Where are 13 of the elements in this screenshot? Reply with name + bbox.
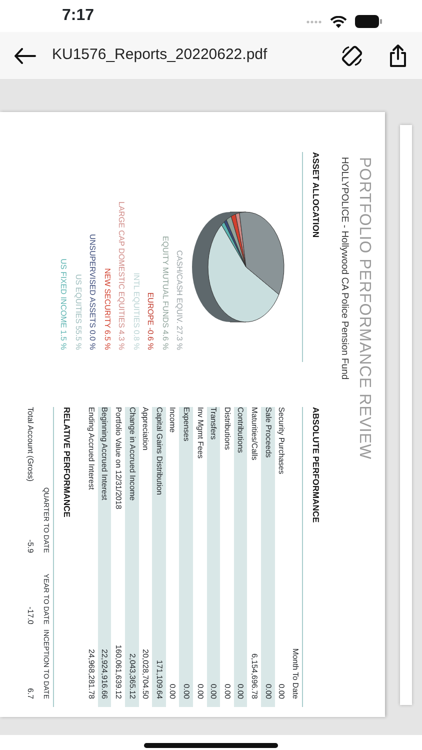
- share-icon[interactable]: [388, 44, 408, 68]
- wifi-icon: [330, 16, 347, 28]
- section-heading: RELATIVE PERFORMANCE: [62, 407, 72, 518]
- status-time: 7:17: [62, 6, 94, 26]
- signal-icon: [306, 20, 322, 24]
- rotate-icon[interactable]: [340, 44, 364, 68]
- report-subtitle: HOLLYPOLICE - Hollywood CA Police Pension Fund: [338, 157, 352, 382]
- report-title: PORTFOLIO PERFORMANCE REVIEW: [355, 157, 373, 462]
- back-arrow-icon[interactable]: [14, 48, 36, 64]
- section-heading: ASSET ALLOCATION: [311, 152, 322, 238]
- section-heading: ABSOLUTE PERFORMANCE: [311, 407, 322, 523]
- file-name: KU1576_Reports_20220622.pdf: [52, 45, 268, 66]
- battery-icon: [355, 15, 382, 28]
